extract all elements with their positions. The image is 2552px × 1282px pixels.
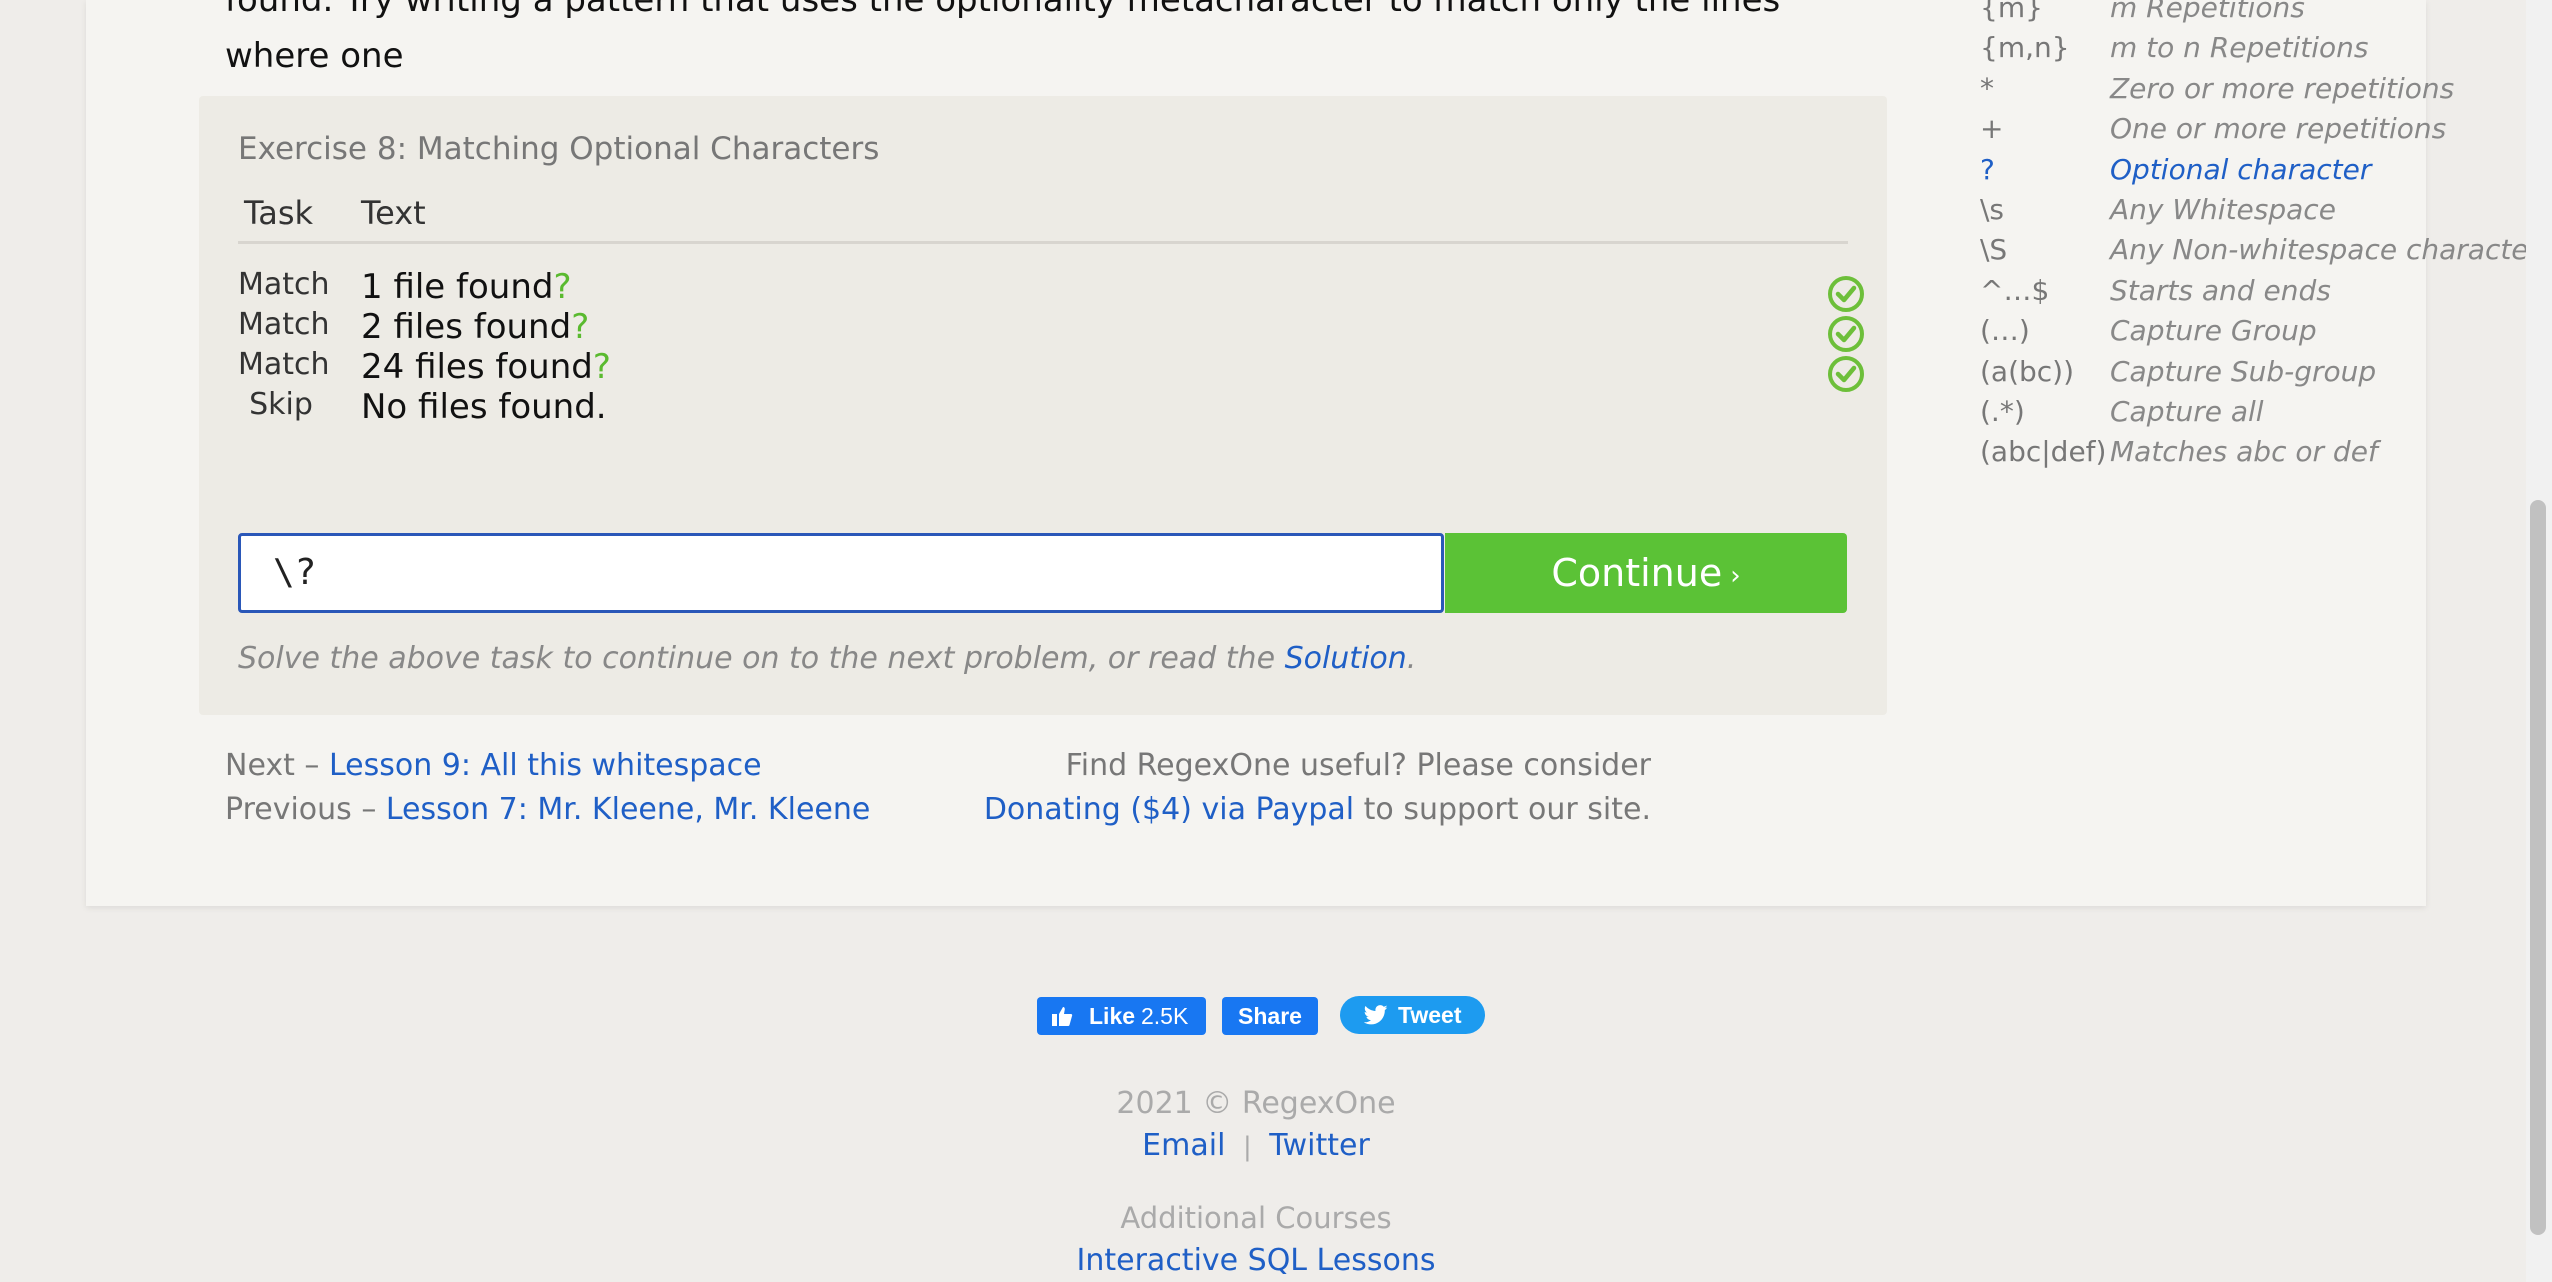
- like-label: Like: [1089, 1003, 1136, 1029]
- hint-text: Solve the above task to continue on to t…: [238, 641, 1417, 676]
- donate-link[interactable]: Donating ($4) via Paypal: [984, 792, 1354, 827]
- footer-separator: |: [1242, 1132, 1252, 1162]
- row-task: Skip: [249, 387, 313, 422]
- like-count: 2.5K: [1141, 1003, 1189, 1029]
- next-lesson-link[interactable]: Lesson 9: All this whitespace: [329, 748, 762, 783]
- exercise-panel: Exercise 8: Matching Optional Characters…: [199, 96, 1887, 715]
- facebook-like-button[interactable]: Like 2.5K: [1037, 997, 1206, 1035]
- donate-message: Find RegexOne useful? Please consider Do…: [983, 748, 1651, 827]
- twitter-bird-icon: [1364, 1005, 1388, 1025]
- continue-label: Continue: [1551, 551, 1723, 595]
- additional-courses-heading: Additional Courses: [1120, 1201, 1392, 1235]
- header-divider: [238, 241, 1848, 244]
- table-row: Skip No files found.: [238, 377, 1848, 441]
- tweet-button[interactable]: Tweet: [1340, 996, 1485, 1034]
- exercise-title: Exercise 8: Matching Optional Characters: [238, 131, 880, 167]
- copyright: 2021 © RegexOne: [1116, 1086, 1396, 1121]
- column-header-text: Text: [361, 194, 426, 232]
- email-link[interactable]: Email: [1142, 1128, 1225, 1163]
- previous-lesson-link[interactable]: Lesson 7: Mr. Kleene, Mr. Kleene: [386, 792, 870, 827]
- facebook-share-button[interactable]: Share: [1222, 997, 1318, 1035]
- scrollbar-thumb[interactable]: [2530, 500, 2546, 1235]
- solution-link[interactable]: Solution: [1285, 641, 1407, 676]
- column-header-task: Task: [244, 194, 314, 232]
- tweet-label: Tweet: [1398, 1002, 1462, 1028]
- footer-courses: Interactive SQL Lessons: [0, 1243, 2512, 1278]
- footer-links: Email | Twitter: [0, 1128, 2512, 1163]
- thumbs-up-icon: [1052, 1007, 1073, 1026]
- lesson-card: found. Try writing a pattern that uses t…: [86, 0, 2540, 906]
- regex-input[interactable]: \?: [238, 533, 1444, 613]
- intro-line-1: found. Try writing a pattern that uses t…: [225, 0, 1781, 76]
- sql-lessons-link[interactable]: Interactive SQL Lessons: [1077, 1243, 1436, 1278]
- lesson-navigation: Next – Lesson 9: All this whitespace Pre…: [225, 748, 871, 827]
- chevron-right-icon: ›: [1730, 561, 1741, 591]
- twitter-link[interactable]: Twitter: [1269, 1128, 1370, 1163]
- continue-button[interactable]: Continue ›: [1445, 533, 1847, 613]
- row-text: No files found.: [361, 387, 607, 427]
- page-scrollbar[interactable]: [2526, 0, 2552, 1282]
